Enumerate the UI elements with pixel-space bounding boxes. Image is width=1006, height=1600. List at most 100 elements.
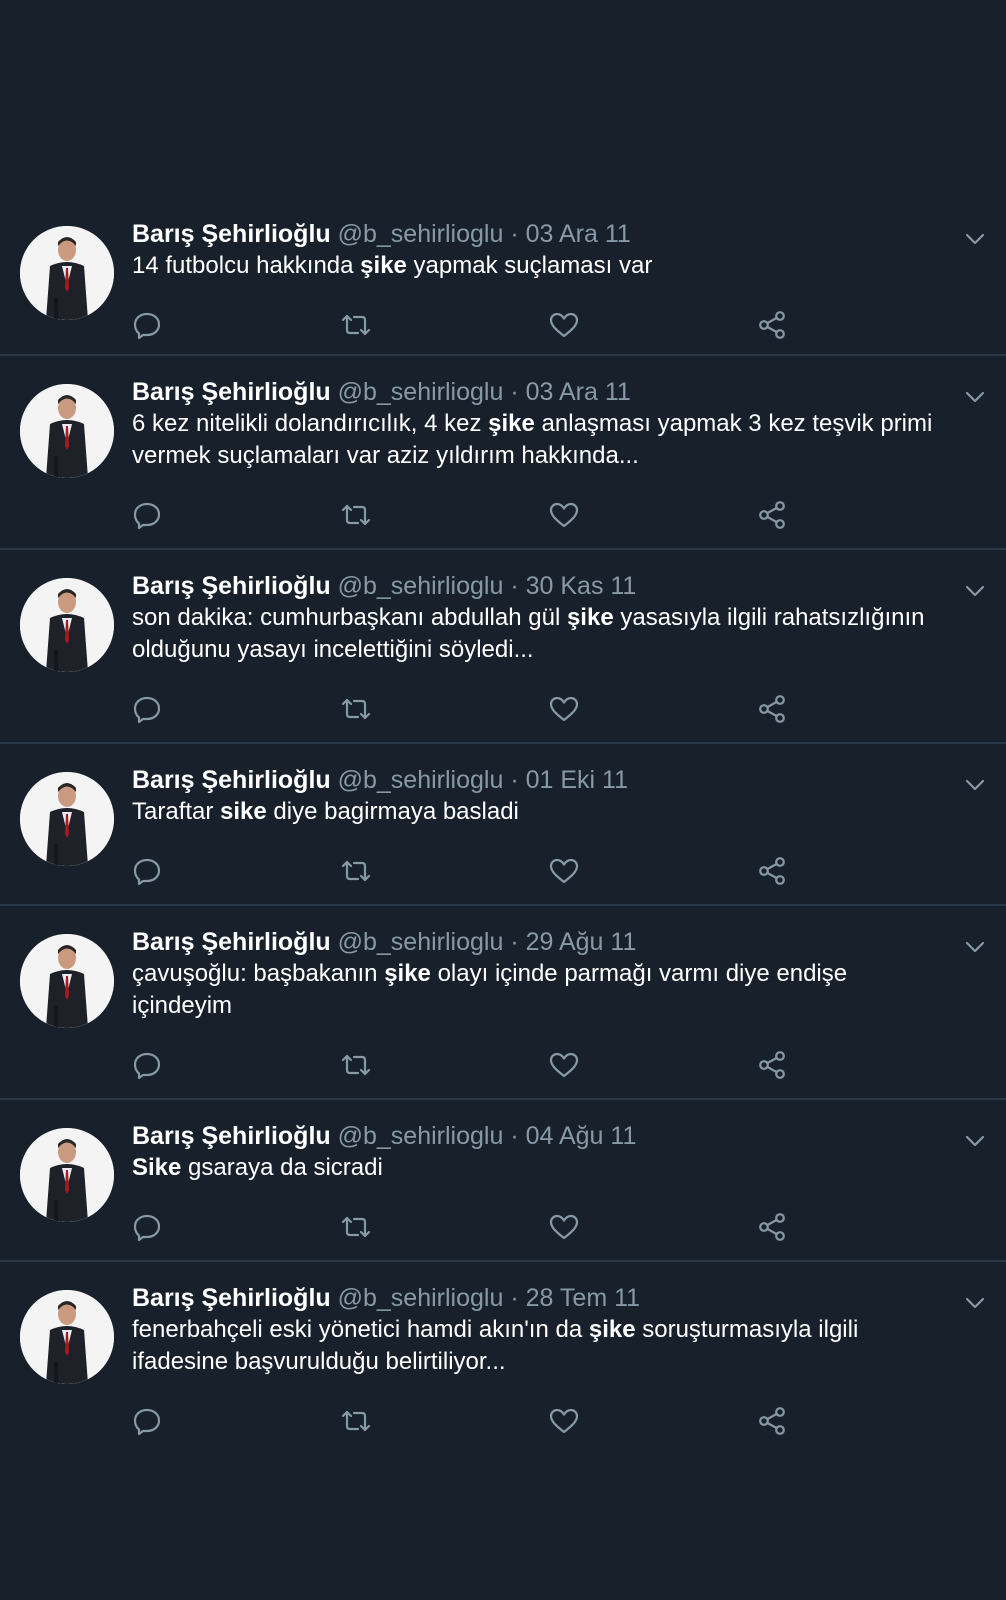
chevron-down-icon[interactable] [964, 1292, 986, 1314]
avatar[interactable] [20, 1128, 114, 1222]
avatar[interactable] [20, 934, 114, 1028]
tweet-header: Barış Şehirlioğlu @b_sehirlioglu · 04 Ağ… [132, 1120, 946, 1152]
author-handle[interactable]: @b_sehirlioglu [338, 1284, 504, 1312]
tweet-actions [0, 1048, 1006, 1082]
author-handle[interactable]: @b_sehirlioglu [338, 766, 504, 794]
author-name[interactable]: Barış Şehirlioğlu [132, 1284, 331, 1312]
share-icon[interactable] [755, 1048, 789, 1082]
like-icon[interactable] [547, 498, 581, 532]
tweet-text: Sike gsaraya da sicradi [132, 1152, 946, 1184]
share-icon[interactable] [755, 692, 789, 726]
author-handle[interactable]: @b_sehirlioglu [338, 378, 504, 406]
retweet-icon[interactable] [339, 498, 373, 532]
chevron-down-icon[interactable] [964, 580, 986, 602]
like-icon[interactable] [547, 1048, 581, 1082]
tweet-date[interactable]: 03 Ara 11 [526, 378, 631, 406]
reply-icon[interactable] [130, 1048, 164, 1082]
like-icon[interactable] [547, 308, 581, 342]
chevron-down-icon[interactable] [964, 228, 986, 250]
separator: · [510, 766, 519, 794]
author-name[interactable]: Barış Şehirlioğlu [132, 928, 331, 956]
tweet-text-before: Taraftar [132, 798, 221, 825]
tweet[interactable]: Barış Şehirlioğlu @b_sehirlioglu · 04 Ağ… [0, 1100, 1006, 1262]
tweet-header: Barış Şehirlioğlu @b_sehirlioglu · 28 Te… [132, 1282, 946, 1314]
like-icon[interactable] [547, 1210, 581, 1244]
author-name[interactable]: Barış Şehirlioğlu [132, 1122, 331, 1150]
avatar[interactable] [20, 578, 114, 672]
share-icon[interactable] [755, 854, 789, 888]
tweet-date[interactable]: 01 Eki 11 [526, 766, 628, 794]
tweet-actions [0, 308, 1006, 342]
author-name[interactable]: Barış Şehirlioğlu [132, 378, 331, 406]
avatar[interactable] [20, 1290, 114, 1384]
reply-icon[interactable] [130, 308, 164, 342]
tweet-text-before: 6 kez nitelikli dolandırıcılık, 4 kez [132, 410, 489, 437]
author-name[interactable]: Barış Şehirlioğlu [132, 572, 331, 600]
reply-icon[interactable] [130, 498, 164, 532]
tweet[interactable]: Barış Şehirlioğlu @b_sehirlioglu · 03 Ar… [0, 218, 1006, 356]
retweet-icon[interactable] [339, 692, 373, 726]
reply-icon[interactable] [130, 854, 164, 888]
separator: · [510, 1284, 519, 1312]
reply-icon[interactable] [130, 1404, 164, 1438]
tweet-text-before: 14 futbolcu hakkında [132, 252, 361, 279]
retweet-icon[interactable] [339, 1210, 373, 1244]
tweet-text: fenerbahçeli eski yönetici hamdi akın'ın… [132, 1314, 946, 1378]
author-handle[interactable]: @b_sehirlioglu [338, 928, 504, 956]
retweet-icon[interactable] [339, 308, 373, 342]
reply-icon[interactable] [130, 1210, 164, 1244]
tweet[interactable]: Barış Şehirlioğlu @b_sehirlioglu · 30 Ka… [0, 550, 1006, 744]
tweet-highlight: şike [566, 604, 614, 631]
tweet-header: Barış Şehirlioğlu @b_sehirlioglu · 01 Ek… [132, 764, 946, 796]
timeline: Barış Şehirlioğlu @b_sehirlioglu · 03 Ar… [0, 218, 1006, 1456]
author-name[interactable]: Barış Şehirlioğlu [132, 766, 331, 794]
tweet[interactable]: Barış Şehirlioğlu @b_sehirlioglu · 29 Ağ… [0, 906, 1006, 1100]
retweet-icon[interactable] [339, 1404, 373, 1438]
reply-icon[interactable] [130, 692, 164, 726]
avatar[interactable] [20, 772, 114, 866]
tweet-date[interactable]: 30 Kas 11 [526, 572, 637, 600]
tweet-header: Barış Şehirlioğlu @b_sehirlioglu · 03 Ar… [132, 376, 946, 408]
chevron-down-icon[interactable] [964, 1130, 986, 1152]
tweet-date[interactable]: 28 Tem 11 [526, 1284, 640, 1312]
tweet-text-after: yapmak suçlaması var [406, 252, 653, 279]
tweet-text-after: gsaraya da sicradi [181, 1154, 383, 1181]
tweet-text-after: diye bagirmaya basladi [266, 798, 519, 825]
tweet-highlight: şike [588, 1316, 636, 1343]
avatar[interactable] [20, 226, 114, 320]
avatar[interactable] [20, 384, 114, 478]
tweet-actions [0, 854, 1006, 888]
like-icon[interactable] [547, 692, 581, 726]
retweet-icon[interactable] [339, 854, 373, 888]
author-handle[interactable]: @b_sehirlioglu [338, 1122, 504, 1150]
like-icon[interactable] [547, 854, 581, 888]
tweet[interactable]: Barış Şehirlioğlu @b_sehirlioglu · 01 Ek… [0, 744, 1006, 906]
author-name[interactable]: Barış Şehirlioğlu [132, 220, 331, 248]
share-icon[interactable] [755, 1404, 789, 1438]
chevron-down-icon[interactable] [964, 936, 986, 958]
share-icon[interactable] [755, 498, 789, 532]
retweet-icon[interactable] [339, 1048, 373, 1082]
tweet-header: Barış Şehirlioğlu @b_sehirlioglu · 29 Ağ… [132, 926, 946, 958]
tweet-text-before: fenerbahçeli eski yönetici hamdi akın'ın… [132, 1316, 589, 1343]
like-icon[interactable] [547, 1404, 581, 1438]
tweet-text: 6 kez nitelikli dolandırıcılık, 4 kez şi… [132, 408, 946, 472]
tweet-header: Barış Şehirlioğlu @b_sehirlioglu · 03 Ar… [132, 218, 946, 250]
tweet-date[interactable]: 04 Ağu 11 [526, 1122, 637, 1150]
tweet[interactable]: Barış Şehirlioğlu @b_sehirlioglu · 03 Ar… [0, 356, 1006, 550]
tweet-highlight: Sike [132, 1154, 182, 1181]
tweet-text: çavuşoğlu: başbakanın şike olayı içinde … [132, 958, 946, 1022]
chevron-down-icon[interactable] [964, 386, 986, 408]
tweet-highlight: şike [488, 410, 535, 437]
chevron-down-icon[interactable] [964, 774, 986, 796]
tweet-actions [0, 1210, 1006, 1244]
share-icon[interactable] [755, 308, 789, 342]
share-icon[interactable] [755, 1210, 789, 1244]
tweet-date[interactable]: 29 Ağu 11 [526, 928, 637, 956]
tweet-text: Taraftar sike diye bagirmaya basladi [132, 796, 946, 828]
tweet[interactable]: Barış Şehirlioğlu @b_sehirlioglu · 28 Te… [0, 1262, 1006, 1456]
author-handle[interactable]: @b_sehirlioglu [338, 220, 504, 248]
tweet-date[interactable]: 03 Ara 11 [526, 220, 631, 248]
separator: · [510, 572, 519, 600]
author-handle[interactable]: @b_sehirlioglu [338, 572, 504, 600]
